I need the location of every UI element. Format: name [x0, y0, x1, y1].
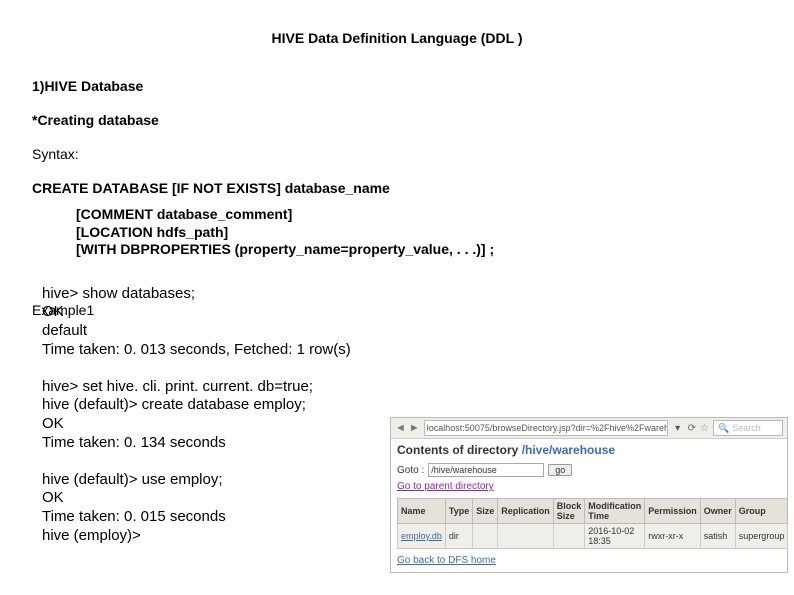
col-owner: Owner — [700, 499, 735, 524]
forward-icon[interactable]: ► — [409, 422, 420, 434]
col-size: Size — [473, 499, 498, 524]
page: HIVE Data Definition Language (DDL ) 1)H… — [0, 0, 794, 595]
syntax-label: Syntax: — [32, 146, 762, 162]
col-mod-time: Modification Time — [585, 499, 645, 524]
parent-directory-link[interactable]: Go to parent directory — [397, 481, 494, 492]
col-group: Group — [735, 499, 788, 524]
directory-path-link[interactable]: /hive/warehouse — [522, 443, 615, 457]
browser-content: Contents of directory /hive/warehouse Go… — [391, 439, 787, 572]
code-block-show-databases: hive> show databases; OK default Time ta… — [42, 285, 762, 360]
bookmark-icon[interactable]: ☆ — [700, 423, 709, 434]
row-name-link[interactable]: employ.db — [401, 531, 442, 541]
goto-label: Goto : — [397, 465, 424, 476]
col-block-size: Block Size — [553, 499, 585, 524]
table-header-row: Name Type Size Replication Block Size Mo… — [398, 499, 788, 524]
url-bar[interactable]: localhost:50075/browseDirectory.jsp?dir=… — [424, 420, 668, 436]
row-mt: 2016-10-02 18:35 — [585, 524, 645, 549]
row-group: supergroup — [735, 524, 788, 549]
syntax-option-comment: [COMMENT database_comment] — [76, 206, 762, 224]
creating-database-heading: *Creating database — [32, 112, 762, 128]
browser-toolbar: ◄ ► localhost:50075/browseDirectory.jsp?… — [391, 418, 787, 439]
browser-window: ◄ ► localhost:50075/browseDirectory.jsp?… — [390, 417, 788, 573]
goto-input[interactable]: /hive/warehouse — [428, 463, 544, 477]
example-label: Example1 — [32, 302, 94, 318]
syntax-option-dbproperties: [WITH DBPROPERTIES (property_name=proper… — [76, 241, 762, 259]
row-rep — [498, 524, 554, 549]
search-placeholder: Search — [732, 423, 761, 433]
dropdown-icon[interactable]: ▾ — [672, 423, 684, 434]
create-database-syntax: CREATE DATABASE [IF NOT EXISTS] database… — [32, 180, 762, 196]
col-permission: Permission — [645, 499, 701, 524]
back-icon[interactable]: ◄ — [395, 422, 406, 434]
directory-table: Name Type Size Replication Block Size Mo… — [397, 498, 788, 549]
table-row[interactable]: employ.db dir 2016-10-02 18:35 rwxr-xr-x… — [398, 524, 788, 549]
go-button[interactable]: go — [548, 464, 572, 476]
row-type: dir — [445, 524, 472, 549]
search-icon: 🔍 — [718, 423, 729, 434]
syntax-option-location: [LOCATION hdfs_path] — [76, 224, 762, 242]
reload-icon[interactable]: ⟳ — [688, 423, 696, 434]
goto-row: Goto : /hive/warehouse go — [397, 463, 781, 477]
dfs-home-link[interactable]: Go back to DFS home — [397, 555, 496, 566]
page-title: HIVE Data Definition Language (DDL ) — [32, 30, 762, 46]
row-perm: rwxr-xr-x — [645, 524, 701, 549]
col-name: Name — [398, 499, 446, 524]
col-type: Type — [445, 499, 472, 524]
section-hive-database: 1)HIVE Database — [32, 78, 762, 94]
search-input[interactable]: 🔍 Search — [713, 420, 783, 436]
directory-heading-text: Contents of directory — [397, 443, 522, 457]
row-owner: satish — [700, 524, 735, 549]
row-size — [473, 524, 498, 549]
row-bs — [553, 524, 585, 549]
col-replication: Replication — [498, 499, 554, 524]
directory-heading: Contents of directory /hive/warehouse — [397, 443, 781, 457]
nav-icons: ◄ ► — [395, 422, 420, 434]
